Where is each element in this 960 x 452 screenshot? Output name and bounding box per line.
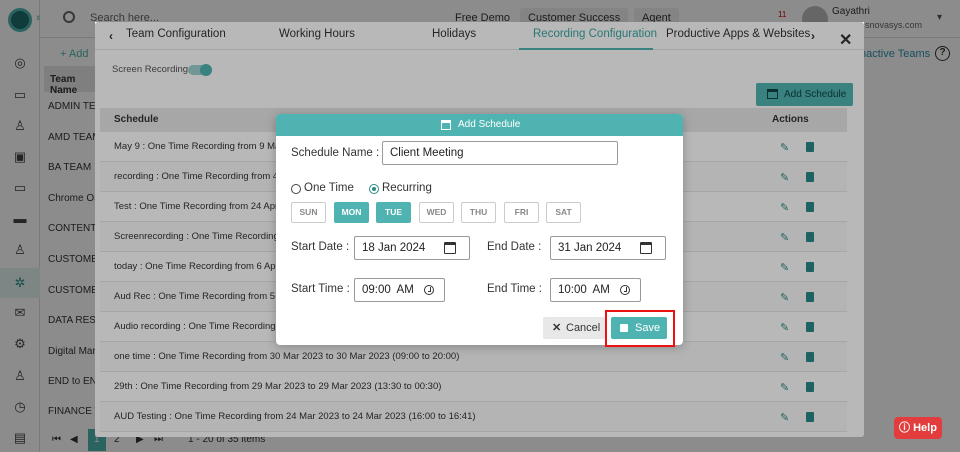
help-button-label: Help [913,422,937,434]
schedule-name-label: Schedule Name : [291,147,380,159]
day-sat-toggle[interactable]: SAT [546,202,581,223]
day-sun-toggle[interactable]: SUN [291,202,326,223]
dialog-header: Add Schedule [276,114,683,136]
help-icon: ⓘ [899,422,911,434]
calendar-icon[interactable] [444,242,456,254]
calendar-icon [441,120,451,130]
end-date-value: 31 Jan 2024 [558,242,622,254]
dialog-title: Add Schedule [458,119,521,130]
recurring-label[interactable]: Recurring [382,182,432,194]
day-mon-toggle[interactable]: MON [334,202,369,223]
day-tue-toggle[interactable]: TUE [376,202,411,223]
clock-icon[interactable] [424,285,434,295]
help-button[interactable]: ⓘ Help [894,417,942,439]
day-thu-toggle[interactable]: THU [461,202,496,223]
cancel-button-label: Cancel [566,322,601,334]
start-date-value: 18 Jan 2024 [362,242,426,254]
start-time-value: 09:00 AM [362,284,414,296]
cancel-button[interactable]: ✕ Cancel [543,317,605,339]
save-button-highlight [605,310,675,347]
day-wed-toggle[interactable]: WED [419,202,454,223]
end-date-label: End Date : [487,241,542,253]
one-time-radio[interactable] [291,184,301,194]
one-time-label[interactable]: One Time [304,182,354,194]
end-time-value: 10:00 AM [558,284,610,296]
schedule-name-input[interactable]: Client Meeting [382,141,618,165]
close-icon: ✕ [552,322,562,334]
end-time-label: End Time : [487,283,542,295]
clock-icon[interactable] [620,285,630,295]
start-time-label: Start Time : [291,283,350,295]
recurring-radio[interactable] [369,184,379,194]
day-fri-toggle[interactable]: FRI [504,202,539,223]
calendar-icon[interactable] [640,242,652,254]
start-date-label: Start Date : [291,241,350,253]
